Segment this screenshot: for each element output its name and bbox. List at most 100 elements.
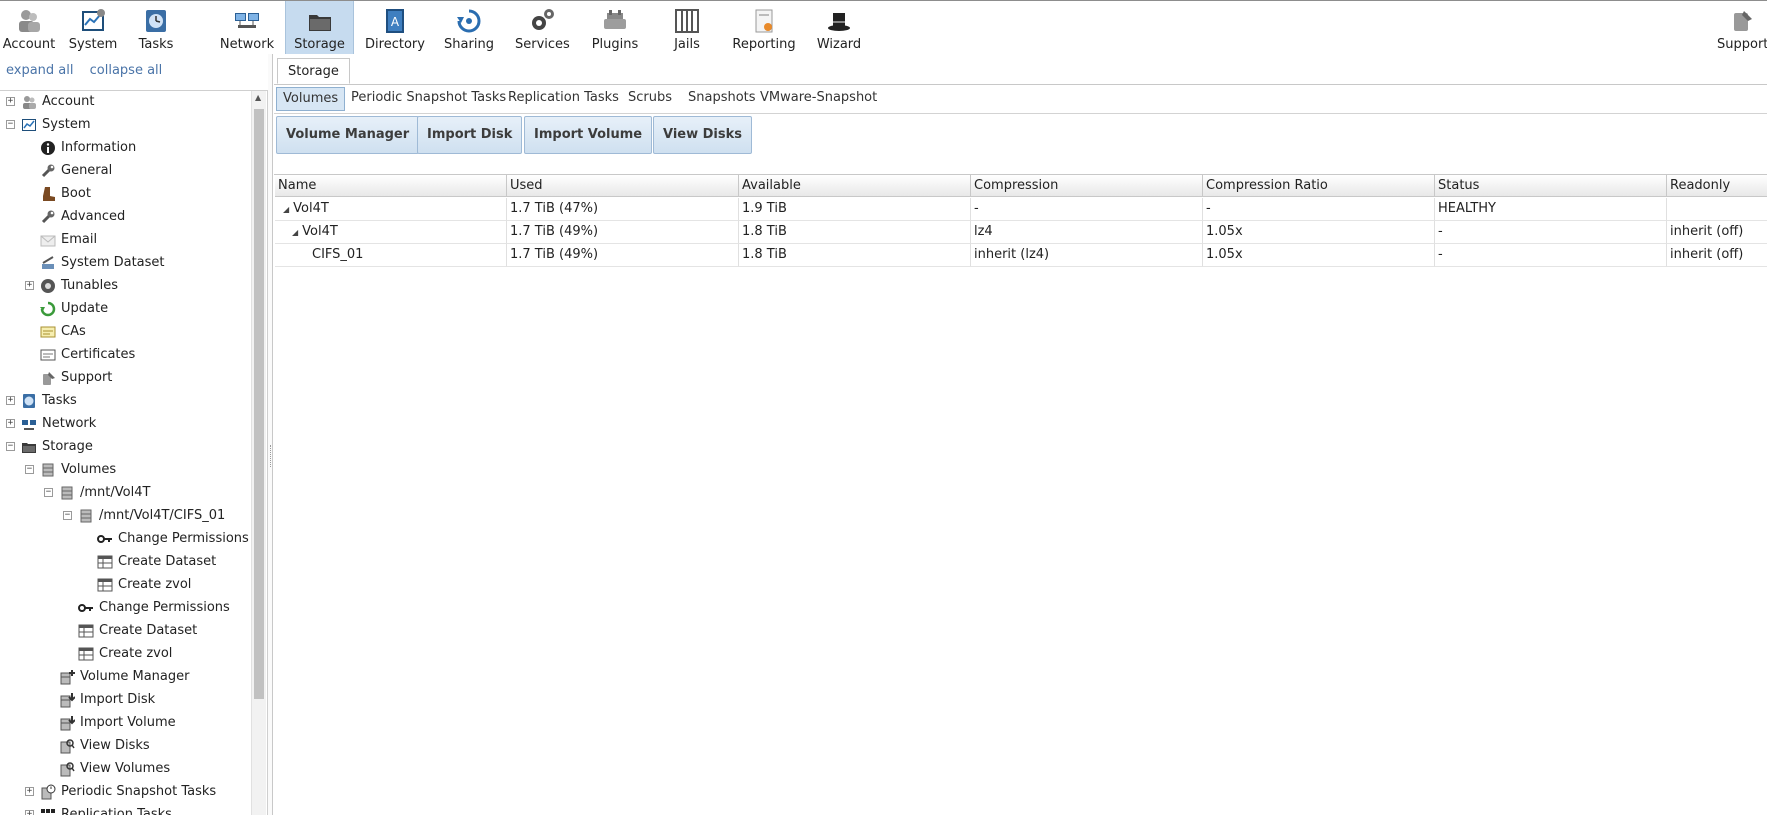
tree-item-label: Storage	[42, 439, 93, 454]
tree-item-view-volumes[interactable]: View Volumes	[0, 758, 250, 780]
tree-item-label: Change Permissions	[118, 531, 249, 546]
tree-item-label: /mnt/Vol4T/CIFS_01	[99, 508, 226, 523]
column-header-used[interactable]: Used	[507, 175, 739, 197]
tree-item-periodic-snapshot-tasks[interactable]: + Periodic Snapshot Tasks	[0, 781, 250, 803]
nav-support[interactable]: Support	[1717, 1, 1767, 54]
subtab-replication-tasks[interactable]: Replication Tasks	[502, 87, 625, 111]
column-header-readonly[interactable]: Readonly	[1667, 175, 1767, 197]
view-icon	[59, 738, 75, 754]
expand-icon[interactable]: +	[25, 787, 34, 796]
nav-plugins[interactable]: Plugins	[590, 1, 640, 54]
nav-tasks[interactable]: Tasks	[136, 1, 176, 54]
expand-all-link[interactable]: expand all	[6, 63, 74, 78]
tree-item-information[interactable]: Information	[0, 137, 250, 159]
ca-icon	[40, 324, 56, 340]
expand-icon[interactable]: +	[6, 419, 15, 428]
subtab-scrubs[interactable]: Scrubs	[622, 87, 678, 111]
pane-splitter[interactable]	[268, 54, 273, 815]
tree-scrollbar[interactable]: ▲	[251, 91, 266, 815]
tree-item-label: Change Permissions	[99, 600, 230, 615]
tree-item-mnt-vol4t[interactable]: − /mnt/Vol4T	[0, 482, 250, 504]
tree-item-system-dataset[interactable]: System Dataset	[0, 252, 250, 274]
nav-label: Jails	[674, 37, 700, 52]
subtab-periodic-snapshot-tasks[interactable]: Periodic Snapshot Tasks	[345, 87, 512, 111]
nav-storage[interactable]: Storage	[285, 1, 354, 54]
tree-item-create-dataset[interactable]: Create Dataset	[0, 551, 250, 573]
tree-item-tunables[interactable]: + Tunables	[0, 275, 250, 297]
column-header-compression[interactable]: Compression	[971, 175, 1203, 197]
tree-item-mnt-vol4t-cifs01[interactable]: − /mnt/Vol4T/CIFS_01	[0, 505, 250, 527]
tree-item-replication-tasks[interactable]: + Replication Tasks	[0, 804, 250, 815]
tree-item-create-zvol[interactable]: Create zvol	[0, 574, 250, 596]
splitter-grip-icon[interactable]	[270, 445, 271, 467]
tree-item-network[interactable]: + Network	[0, 413, 250, 435]
column-header-name[interactable]: Name	[275, 175, 507, 197]
column-header-status[interactable]: Status	[1435, 175, 1667, 197]
subtab-vmware-snapshot[interactable]: VMware-Snapshot	[754, 87, 883, 111]
tree-item-storage[interactable]: − Storage	[0, 436, 250, 458]
collapse-icon[interactable]: −	[44, 488, 53, 497]
system-icon	[21, 117, 37, 133]
import-disk-button[interactable]: Import Disk	[417, 116, 523, 154]
expand-icon[interactable]: +	[25, 810, 34, 815]
tree-item-create-zvol[interactable]: Create zvol	[0, 643, 250, 665]
column-header-available[interactable]: Available	[739, 175, 971, 197]
nav-account[interactable]: Account	[0, 1, 58, 54]
nav-system[interactable]: System	[68, 1, 118, 54]
collapse-triangle-icon[interactable]: ◢	[292, 228, 298, 237]
wrench-icon	[40, 163, 56, 179]
nav-label: Storage	[294, 37, 345, 52]
nav-network[interactable]: Network	[218, 1, 276, 54]
tree-item-import-disk[interactable]: Import Disk	[0, 689, 250, 711]
expand-icon[interactable]: +	[6, 97, 15, 106]
nav-label: Directory	[365, 37, 425, 52]
collapse-icon[interactable]: −	[63, 511, 72, 520]
tree-item-label: Create Dataset	[99, 623, 198, 638]
navigation-tree: + Account − System Information General B…	[0, 90, 268, 815]
subtab-volumes[interactable]: Volumes	[276, 87, 346, 111]
tree-item-account[interactable]: + Account	[0, 91, 250, 113]
scrollbar-thumb[interactable]	[254, 109, 264, 699]
tree-item-system[interactable]: − System	[0, 114, 250, 136]
tree-item-create-dataset[interactable]: Create Dataset	[0, 620, 250, 642]
tree-item-change-permissions[interactable]: Change Permissions	[0, 597, 250, 619]
tree-item-certificates[interactable]: Certificates	[0, 344, 250, 366]
tree-item-volume-manager[interactable]: Volume Manager	[0, 666, 250, 688]
volume-manager-button[interactable]: Volume Manager	[276, 116, 420, 154]
expand-icon[interactable]: +	[25, 281, 34, 290]
tree-item-import-volume[interactable]: Import Volume	[0, 712, 250, 734]
collapse-icon[interactable]: −	[25, 465, 34, 474]
tree-item-boot[interactable]: Boot	[0, 183, 250, 205]
tree-item-volumes[interactable]: − Volumes	[0, 459, 250, 481]
tree-item-label: Volume Manager	[80, 669, 190, 684]
column-header-compression-ratio[interactable]: Compression Ratio	[1203, 175, 1435, 197]
collapse-all-link[interactable]: collapse all	[90, 63, 163, 78]
view-disks-button[interactable]: View Disks	[653, 116, 753, 154]
tab-storage[interactable]: Storage	[277, 58, 350, 84]
import-volume-button[interactable]: Import Volume	[524, 116, 653, 154]
nav-jails[interactable]: Jails	[668, 1, 706, 54]
services-icon	[532, 9, 554, 30]
tree-item-view-disks[interactable]: View Disks	[0, 735, 250, 757]
tree-item-change-permissions[interactable]: Change Permissions	[0, 528, 250, 550]
tree-item-support[interactable]: Support	[0, 367, 250, 389]
tree-item-cas[interactable]: CAs	[0, 321, 250, 343]
nav-wizard[interactable]: Wizard	[815, 1, 863, 54]
tree-item-general[interactable]: General	[0, 160, 250, 182]
nav-reporting[interactable]: Reporting	[731, 1, 797, 54]
collapse-icon[interactable]: −	[6, 442, 15, 451]
tree-item-tasks[interactable]: + Tasks	[0, 390, 250, 412]
tree-item-advanced[interactable]: Advanced	[0, 206, 250, 228]
nav-sharing[interactable]: Sharing	[443, 1, 495, 54]
collapse-triangle-icon[interactable]: ◢	[283, 205, 289, 214]
subtab-snapshots[interactable]: Snapshots	[682, 87, 762, 111]
expand-icon[interactable]: +	[6, 396, 15, 405]
collapse-icon[interactable]: −	[6, 120, 15, 129]
nav-directory[interactable]: A Directory	[364, 1, 426, 54]
tree-item-email[interactable]: Email	[0, 229, 250, 251]
wizard-icon	[828, 13, 850, 31]
nav-services[interactable]: Services	[515, 1, 570, 54]
scroll-up-arrow-icon[interactable]: ▲	[255, 93, 261, 102]
tree-item-update[interactable]: Update	[0, 298, 250, 320]
cell-compression: inherit (lz4)	[971, 244, 1203, 267]
